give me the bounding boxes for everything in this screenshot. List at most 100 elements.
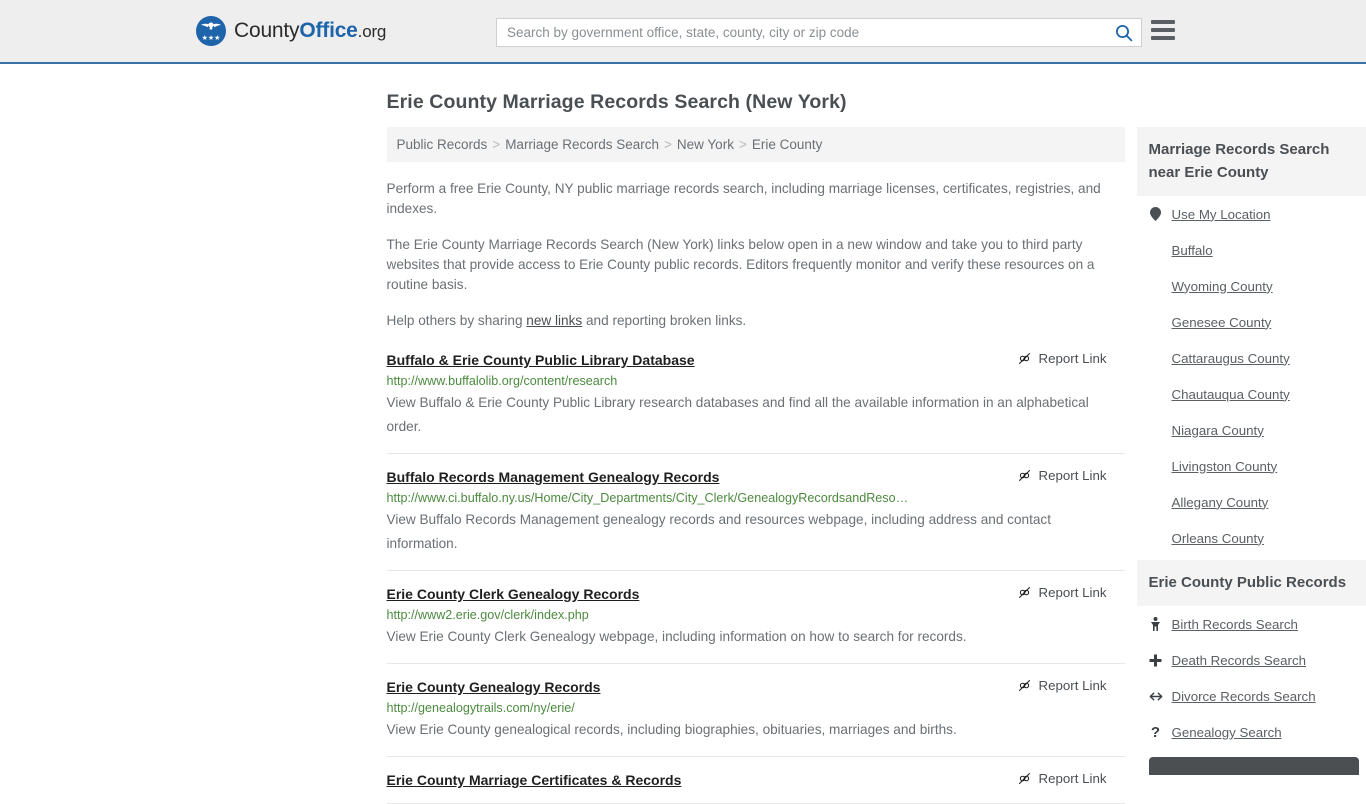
breadcrumb-item-erie-county[interactable]: Erie County [752, 137, 823, 152]
sidebar-item-orleans-county[interactable]: Orleans County [1137, 520, 1366, 556]
sidebar-public-records-box: Erie County Public Records Birth Records… [1137, 560, 1366, 775]
sidebar-link-label[interactable]: Livingston County [1172, 459, 1278, 474]
search-input[interactable] [497, 25, 1107, 40]
sidebar-link-label[interactable]: Birth Records Search [1172, 617, 1298, 632]
result-item: Erie County Marriage Certificates & Reco… [387, 757, 1125, 804]
intro-paragraph-3: Help others by sharing new links and rep… [387, 311, 1125, 331]
map-pin-icon [1149, 207, 1163, 221]
result-description: View Buffalo & Erie County Public Librar… [387, 391, 1125, 439]
report-link-label: Report Link [1039, 351, 1107, 366]
result-url: http://www.ci.buffalo.ny.us/Home/City_De… [387, 490, 1125, 506]
eagle-seal-logo-icon: ★★★ [196, 16, 226, 46]
sidebar-link-label[interactable]: Wyoming County [1172, 279, 1273, 294]
sidebar-link-label[interactable]: Niagara County [1172, 423, 1264, 438]
sidebar-item-wyoming-county[interactable]: Wyoming County [1137, 268, 1366, 304]
result-description: View Erie County genealogical records, i… [387, 718, 1125, 742]
sidebar-nearby-list: Use My Location Buffalo Wyoming County [1137, 196, 1366, 556]
search-button[interactable] [1107, 20, 1141, 45]
question-mark-icon: ? [1149, 724, 1163, 741]
report-link-button[interactable]: Report Link [1017, 585, 1125, 600]
logo-stars: ★★★ [202, 35, 221, 42]
broken-link-icon [1017, 771, 1032, 786]
sidebar-item-chautauqua-county[interactable]: Chautauqua County [1137, 376, 1366, 412]
baby-icon [1149, 617, 1163, 631]
report-link-label: Report Link [1039, 678, 1107, 693]
hamburger-bar [1151, 28, 1175, 32]
result-item: Buffalo & Erie County Public Library Dat… [387, 351, 1125, 454]
sidebar-link-label[interactable]: Use My Location [1172, 207, 1271, 222]
breadcrumb-item-public-records[interactable]: Public Records [397, 137, 488, 152]
sidebar-item-divorce-records-search[interactable]: Divorce Records Search [1137, 678, 1366, 714]
sidebar-link-label[interactable]: Death Records Search [1172, 653, 1307, 668]
sidebar-item-livingston-county[interactable]: Livingston County [1137, 448, 1366, 484]
hamburger-bar [1151, 36, 1175, 40]
main-content: Public Records > Marriage Records Search > N… [387, 127, 1125, 804]
site-header: ★★★ CountyOffice.org [0, 0, 1366, 64]
result-url: http://genealogytrails.com/ny/erie/ [387, 700, 1125, 716]
sidebar-public-records-heading: Erie County Public Records [1137, 560, 1366, 606]
sidebar-item-allegany-county[interactable]: Allegany County [1137, 484, 1366, 520]
sidebar-item-buffalo[interactable]: Buffalo [1137, 232, 1366, 268]
intro-paragraph-1: Perform a free Erie County, NY public ma… [387, 179, 1125, 219]
page-container: Erie County Marriage Records Search (New… [191, 64, 1176, 804]
sidebar-nearby-box: Marriage Records Search near Erie County… [1137, 127, 1366, 556]
sidebar-link-label[interactable]: Chautauqua County [1172, 387, 1290, 402]
breadcrumb-item-new-york[interactable]: New York [677, 137, 734, 152]
intro-paragraph-2: The Erie County Marriage Records Search … [387, 235, 1125, 295]
sidebar-link-label[interactable]: Orleans County [1172, 531, 1264, 546]
breadcrumb: Public Records > Marriage Records Search > N… [387, 127, 1125, 162]
sidebar-item-niagara-county[interactable]: Niagara County [1137, 412, 1366, 448]
result-item: Erie County Genealogy Records Report Lin… [387, 664, 1125, 757]
sidebar-link-label[interactable]: Allegany County [1172, 495, 1269, 510]
sidebar-bottom-panel [1149, 757, 1359, 775]
brand-part-office: Office [299, 19, 357, 42]
sidebar-link-label[interactable]: Cattaraugus County [1172, 351, 1290, 366]
report-link-button[interactable]: Report Link [1017, 771, 1125, 786]
result-url: http://www2.erie.gov/clerk/index.php [387, 607, 1125, 623]
result-title-link[interactable]: Erie County Clerk Genealogy Records [387, 585, 640, 603]
sidebar-item-use-my-location[interactable]: Use My Location [1137, 196, 1366, 232]
report-link-label: Report Link [1039, 468, 1107, 483]
site-logo[interactable]: ★★★ CountyOffice.org [196, 16, 386, 46]
sidebar-item-cattaraugus-county[interactable]: Cattaraugus County [1137, 340, 1366, 376]
result-title-link[interactable]: Erie County Genealogy Records [387, 678, 601, 696]
sidebar-link-label[interactable]: Genealogy Search [1172, 725, 1282, 740]
brand-text: CountyOffice.org [234, 19, 386, 43]
result-url: http://www.buffalolib.org/content/resear… [387, 373, 1125, 389]
breadcrumb-separator: > [492, 137, 500, 152]
report-link-button[interactable]: Report Link [1017, 678, 1125, 693]
result-item: Buffalo Records Management Genealogy Rec… [387, 454, 1125, 571]
left-right-arrow-icon [1149, 691, 1163, 702]
new-links-link[interactable]: new links [526, 313, 582, 328]
sidebar-nearby-heading: Marriage Records Search near Erie County [1137, 127, 1366, 196]
hamburger-menu-icon[interactable] [1151, 20, 1175, 40]
result-description: View Buffalo Records Management genealog… [387, 508, 1125, 556]
report-link-label: Report Link [1039, 771, 1107, 786]
breadcrumb-separator: > [664, 137, 672, 152]
result-item: Erie County Clerk Genealogy Records Repo… [387, 571, 1125, 664]
result-title-link[interactable]: Buffalo & Erie County Public Library Dat… [387, 351, 695, 369]
broken-link-icon [1017, 468, 1032, 483]
result-title-link[interactable]: Buffalo Records Management Genealogy Rec… [387, 468, 720, 486]
sidebar-link-label[interactable]: Divorce Records Search [1172, 689, 1316, 704]
result-title-link[interactable]: Erie County Marriage Certificates & Reco… [387, 771, 682, 789]
report-link-button[interactable]: Report Link [1017, 468, 1125, 483]
search-bar[interactable] [496, 18, 1142, 47]
breadcrumb-item-marriage-records-search[interactable]: Marriage Records Search [505, 137, 659, 152]
intro-p3-after: and reporting broken links. [582, 313, 746, 328]
sidebar-item-genesee-county[interactable]: Genesee County [1137, 304, 1366, 340]
sidebar-link-label[interactable]: Buffalo [1172, 243, 1213, 258]
results-list: Buffalo & Erie County Public Library Dat… [387, 351, 1125, 804]
sidebar-link-label[interactable]: Genesee County [1172, 315, 1272, 330]
result-description: View Erie County Clerk Genealogy webpage… [387, 625, 1125, 649]
broken-link-icon [1017, 351, 1032, 366]
sidebar-item-genealogy-search[interactable]: ? Genealogy Search [1137, 714, 1366, 750]
intro-text: Perform a free Erie County, NY public ma… [387, 179, 1125, 331]
sidebar-item-death-records-search[interactable]: Death Records Search [1137, 642, 1366, 678]
intro-p3-before: Help others by sharing [387, 313, 527, 328]
cross-icon [1149, 654, 1163, 667]
sidebar-item-birth-records-search[interactable]: Birth Records Search [1137, 606, 1366, 642]
hamburger-bar [1151, 20, 1175, 24]
sidebar: Marriage Records Search near Erie County… [1137, 127, 1366, 804]
report-link-button[interactable]: Report Link [1017, 351, 1125, 366]
